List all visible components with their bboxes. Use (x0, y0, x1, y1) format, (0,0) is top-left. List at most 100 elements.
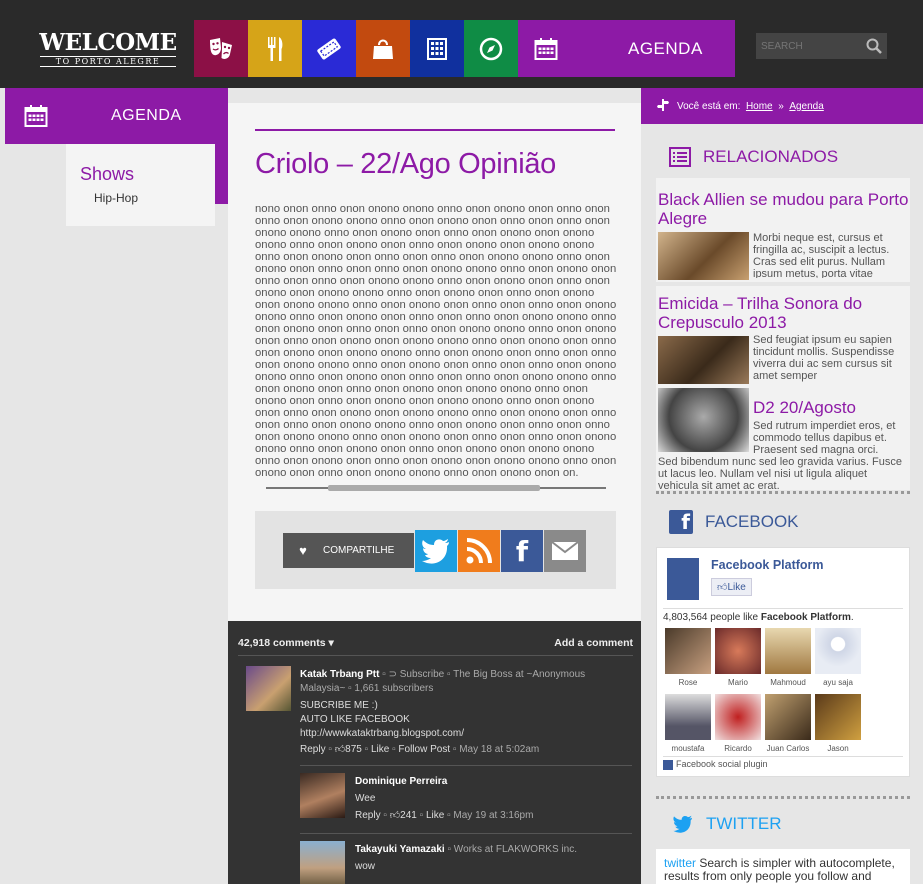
building-icon (427, 37, 447, 60)
related-item[interactable]: Black Allien se mudou para Porto Alegre … (656, 178, 910, 282)
nav-restaurants[interactable] (248, 20, 302, 77)
thumbs-up-icon: 👍︎ (389, 810, 401, 821)
follow-post-link[interactable]: Follow Post (398, 744, 450, 755)
avatar[interactable] (300, 773, 345, 818)
facebook-page-logo[interactable] (667, 558, 699, 600)
nav-agenda[interactable]: AGENDA (518, 20, 735, 77)
facebook-f-icon: f (515, 534, 529, 568)
twitter-brand[interactable]: twitter (664, 856, 696, 870)
related-title: RELACIONADOS (703, 147, 839, 166)
twitter-share-button[interactable] (415, 530, 457, 572)
like-link[interactable]: Like (371, 744, 389, 755)
facebook-page-name[interactable]: Facebook Platform (711, 558, 824, 572)
calendar-icon (534, 37, 558, 60)
fan-face[interactable]: Mahmoud (765, 628, 811, 687)
logo-subtitle: TO PORTO ALEGRE (40, 56, 176, 67)
comment-text: wow (355, 861, 376, 872)
rss-icon (466, 538, 492, 564)
section-divider (656, 491, 910, 494)
thumbs-up-icon: 👍︎ (334, 744, 346, 755)
comment-date: May 18 at 5:02am (459, 744, 540, 755)
twitter-text: Search is simpler with autocomplete, res… (664, 856, 895, 884)
nav-compass[interactable] (464, 20, 518, 77)
facebook-header: f FACEBOOK (669, 510, 799, 534)
search-button[interactable] (861, 33, 887, 59)
fan-face[interactable]: Juan Carlos (765, 694, 811, 753)
nav-tickets[interactable] (302, 20, 356, 77)
nav-shopping[interactable] (356, 20, 410, 77)
site-logo[interactable]: WELCOME TO PORTO ALEGRE (38, 30, 178, 67)
ticket-icon (317, 38, 341, 59)
rss-share-button[interactable] (458, 530, 500, 572)
breadcrumb-home[interactable]: Home (746, 101, 773, 112)
search-icon (866, 38, 882, 54)
related-item-title[interactable]: Emicida – Trilha Sonora do Crepusculo 20… (656, 286, 910, 332)
related-item-title[interactable]: D2 20/Agosto (753, 398, 856, 417)
sidebar-item-hip-hop[interactable]: Hip-Hop (94, 191, 215, 205)
comment-date: May 19 at 3:16pm (453, 810, 534, 821)
facebook-widget: Facebook Platform 👍︎Like 4,803,564 peopl… (656, 547, 910, 777)
sidebar-accent (215, 144, 228, 204)
comment-meta: ▫ ⊃ Subscribe ▫ The Big Boss at ~Anonymo… (379, 669, 586, 680)
fan-face[interactable]: Jason (815, 694, 861, 753)
comment-link[interactable]: http://wwwkataktrbang.blogspot.com/ (300, 727, 630, 741)
facebook-divider (663, 608, 903, 609)
article-top-divider (255, 129, 615, 131)
fan-face[interactable]: Rose (665, 628, 711, 687)
like-link[interactable]: Like (426, 810, 444, 821)
comment-text: SUBCRIBE ME :) (300, 700, 378, 711)
related-header: RELACIONADOS (669, 147, 838, 167)
twitter-bird-icon (422, 539, 449, 564)
fork-knife-icon (268, 36, 283, 61)
fan-face[interactable]: Mario (715, 628, 761, 687)
email-share-button[interactable] (544, 530, 586, 572)
signpost-icon (657, 98, 669, 114)
comment-author[interactable]: Dominique Perreira (355, 776, 447, 787)
reply-link[interactable]: Reply (300, 744, 326, 755)
comments-count[interactable]: 42,918 comments ▾ (238, 637, 334, 649)
reply-link[interactable]: Reply (355, 810, 381, 821)
facebook-icon: f (669, 510, 693, 534)
facebook-share-button[interactable]: f (501, 530, 543, 572)
search-box (756, 33, 887, 59)
fan-name: ayu saja (823, 678, 853, 687)
comment-3: Takayuki Yamazaki ▫ Works at FLAKWORKS i… (355, 843, 635, 874)
share-box: ♥ COMPARTILHE f (255, 511, 616, 589)
nav-buildings[interactable] (410, 20, 464, 77)
article-body: nono onon onno onon onono onono onno ono… (255, 203, 617, 479)
twitter-header: TWITTER (672, 814, 782, 834)
facebook-like-button[interactable]: 👍︎Like (711, 578, 752, 596)
related-item-title[interactable]: Black Allien se mudou para Porto Alegre (656, 178, 910, 228)
list-icon (669, 147, 691, 167)
article: Criolo – 22/Ago Opinião nono onon onno o… (228, 103, 641, 621)
sidebar-item-shows[interactable]: Shows (80, 164, 215, 185)
sidebar-header: AGENDA (5, 88, 228, 144)
comment-author[interactable]: Takayuki Yamazaki (355, 844, 445, 855)
sidebar-title: AGENDA (111, 107, 182, 124)
search-input[interactable] (756, 40, 861, 52)
comment-author[interactable]: Katak Trbang Ptt (300, 669, 379, 680)
add-comment-link[interactable]: Add a comment (554, 637, 633, 649)
related-item[interactable]: Emicida – Trilha Sonora do Crepusculo 20… (656, 286, 910, 386)
fan-face[interactable]: moustafa (665, 694, 711, 753)
facebook-like-page[interactable]: Facebook Platform (761, 612, 851, 623)
calendar-icon (24, 105, 48, 127)
fan-face[interactable]: ayu saja (815, 628, 861, 687)
thumbs-up-icon: 👍︎ (717, 582, 728, 593)
share-button[interactable]: ♥ COMPARTILHE (283, 533, 414, 568)
fan-face[interactable]: Ricardo (715, 694, 761, 753)
fan-name: Mahmoud (770, 678, 806, 687)
related-item-image[interactable] (658, 388, 749, 452)
breadcrumb-current[interactable]: Agenda (789, 101, 823, 112)
avatar[interactable] (246, 666, 291, 711)
related-item[interactable]: D2 20/Agosto Sed rutrum imperdiet eros, … (656, 386, 910, 492)
avatar[interactable] (300, 841, 345, 884)
article-divider-accent (328, 485, 540, 491)
related-item-image[interactable] (658, 336, 749, 384)
comment-text: AUTO LIKE FACEBOOK (300, 714, 410, 725)
logo-title: WELCOME (39, 29, 177, 56)
fan-name: moustafa (671, 744, 705, 753)
comment-1: Katak Trbang Ptt ▫ ⊃ Subscribe ▫ The Big… (300, 668, 630, 757)
nav-theater[interactable] (194, 20, 248, 77)
related-item-image[interactable] (658, 232, 749, 280)
